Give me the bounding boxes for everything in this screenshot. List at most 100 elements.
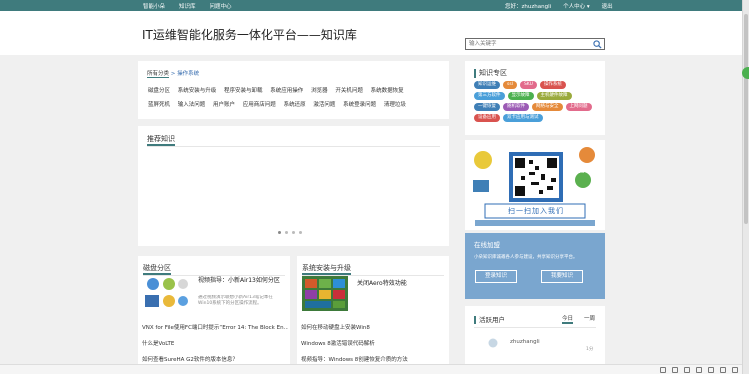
category-item[interactable]: 应用商店问题 — [243, 98, 276, 112]
top-nav: 智能小朵 知识库 问题中心 — [143, 2, 232, 10]
list-item[interactable]: VNX for File使用FC端口时提示“Error 14: The Bloc… — [142, 320, 288, 336]
user-center-label: 个人中心 — [563, 4, 586, 10]
knowledge-tag[interactable]: ssl — [503, 81, 517, 89]
install-heading: 系统安装与升级 — [302, 263, 444, 276]
zone-heading: 知识专区 — [474, 68, 596, 80]
logout-link[interactable]: 退出 — [602, 2, 613, 10]
user-name[interactable]: zhuzhangli — [510, 339, 540, 345]
knowledge-tag[interactable]: 随机软件 — [503, 103, 529, 111]
knowledge-tag[interactable]: 显示故障 — [507, 92, 534, 100]
carousel-dots — [278, 231, 302, 234]
scrollbar-thumb[interactable] — [744, 14, 748, 224]
win8-tiles-thumbnail — [302, 276, 348, 311]
floating-tool-button[interactable] — [742, 67, 749, 79]
recommend-title: 推荐知识 — [147, 135, 175, 146]
qr-badge: 15 — [577, 168, 585, 175]
nav-item-knowledge[interactable]: 知识库 — [179, 2, 196, 10]
windows-apps-thumbnail — [143, 276, 189, 311]
carousel-dot[interactable] — [292, 231, 295, 234]
join-card: 在线加盟 小朵知识库诚邀各人参与建设，共享知识分享平台。 登录知识 我要知识 — [465, 233, 605, 299]
user-area: 您好：zhuzhangli 个人中心 ▾ 退出 — [505, 2, 613, 10]
nav-item-xiaoduo[interactable]: 智能小朵 — [143, 2, 165, 10]
disk-heading: 磁盘分区 — [143, 263, 285, 276]
knowledge-tag[interactable]: 第三方软件 — [474, 92, 505, 100]
knowledge-tag[interactable]: 上网问题 — [565, 103, 592, 111]
disk-partition-card: 磁盘分区 视频指导：小新Air13如何分区 通过视频演示联想小新Air13笔记本… — [138, 256, 290, 364]
qr-caption: 扫一扫加入我们 — [508, 207, 564, 215]
knowledge-tag[interactable]: 操作系统 — [539, 81, 566, 89]
status-icon[interactable] — [732, 367, 738, 373]
tag-cloud: 知识运维 ssl SKU 操作系统第三方软件 显示故障 主机硬件故障一键恢复 随机软件 网络与… — [474, 81, 599, 122]
category-item[interactable]: 系统还原 — [284, 98, 306, 112]
category-item[interactable]: 系统数据恢复 — [371, 84, 404, 98]
knowledge-tag[interactable]: 主机硬件故障 — [536, 92, 572, 100]
category-item[interactable]: 输入法问题 — [178, 98, 206, 112]
user-center-link[interactable]: 个人中心 ▾ — [563, 2, 590, 10]
header — [0, 11, 742, 55]
user-score: 1分 — [586, 347, 594, 352]
category-item[interactable]: 激活问题 — [313, 98, 335, 112]
knowledge-tag[interactable]: 一键恢复 — [474, 103, 500, 111]
chevron-down-icon: ▾ — [586, 4, 590, 10]
tab-week[interactable]: 一周 — [584, 314, 595, 322]
knowledge-tag[interactable]: 设备应用 — [474, 114, 500, 122]
search-icon[interactable] — [593, 40, 602, 49]
status-icon[interactable] — [672, 367, 678, 373]
ask-knowledge-button[interactable]: 我要知识 — [541, 270, 583, 283]
page-scrollbar[interactable] — [742, 0, 749, 374]
category-item[interactable]: 用户账户 — [213, 98, 235, 112]
carousel-dot[interactable] — [285, 231, 288, 234]
knowledge-tag[interactable]: 双卡应用与测试 — [503, 114, 543, 122]
disk-feature[interactable]: 视频指导：小新Air13如何分区 通过视频演示联想小新Air13笔记本在Win1… — [143, 276, 288, 314]
login-knowledge-button[interactable]: 登录知识 — [475, 270, 517, 283]
install-title: 系统安装与升级 — [302, 264, 351, 275]
list-item[interactable]: 什么是VoLTE — [142, 336, 288, 352]
status-icon[interactable] — [708, 367, 714, 373]
disk-feature-desc: 通过视频演示联想小新Air13笔记本在Win10系统下的分区操作流程。 — [198, 295, 273, 306]
category-card: 所有分类 > 操作系统 磁盘分区 系统安装与升级 程序安装与卸载 系统应用操作 … — [138, 61, 449, 119]
category-item[interactable]: 开关机问题 — [335, 84, 363, 98]
tab-today[interactable]: 今日 — [562, 314, 574, 324]
active-title: 活跃用户 — [474, 316, 505, 324]
zone-title: 知识专区 — [474, 69, 507, 78]
knowledge-tag[interactable]: 知识运维 — [474, 81, 500, 89]
active-users-card: 活跃用户 今日 一周 zhuzhangli 1分 — [465, 306, 605, 364]
category-item[interactable]: 浏览器 — [311, 84, 328, 98]
category-item[interactable]: 磁盘分区 — [148, 84, 170, 98]
system-install-card: 系统安装与升级 关闭Aero特效功能 如何在移动硬盘上安装Win8 Window… — [297, 256, 449, 364]
recommend-heading: 推荐知识 — [147, 134, 440, 147]
qr-illustration — [465, 140, 605, 230]
status-icon[interactable] — [696, 367, 702, 373]
breadcrumb-all[interactable]: 所有分类 — [147, 71, 170, 78]
status-icon[interactable] — [720, 367, 726, 373]
recommend-card: 推荐知识 — [138, 126, 449, 246]
install-feature[interactable]: 关闭Aero特效功能 — [302, 276, 447, 314]
knowledge-tag[interactable]: 网络与安全 — [532, 103, 563, 111]
carousel-dot[interactable] — [299, 231, 302, 234]
category-item[interactable]: 系统登录问题 — [343, 98, 376, 112]
install-feature-title[interactable]: 关闭Aero特效功能 — [357, 278, 442, 287]
disk-article-list: VNX for File使用FC端口时提示“Error 14: The Bloc… — [142, 320, 288, 368]
carousel-dot[interactable] — [278, 231, 281, 234]
knowledge-tag[interactable]: SKU — [519, 81, 537, 89]
greeting-text: 您好：zhuzhangli — [505, 4, 552, 10]
category-item[interactable]: 系统安装与升级 — [178, 84, 217, 98]
top-nav-bar: 智能小朵 知识库 问题中心 您好：zhuzhangli 个人中心 ▾ 退出 — [0, 0, 749, 11]
list-item[interactable]: 如何在移动硬盘上安装Win8 — [301, 320, 447, 336]
category-item[interactable]: 系统应用操作 — [270, 84, 303, 98]
nav-item-questions[interactable]: 问题中心 — [210, 2, 232, 10]
knowledge-zone-card: 知识专区 知识运维 ssl SKU 操作系统第三方软件 显示故障 主机硬件故障一键恢复 随机… — [465, 61, 605, 135]
join-title: 在线加盟 — [474, 241, 500, 249]
avatar — [488, 338, 498, 348]
disk-feature-title[interactable]: 视频指导：小新Air13如何分区 — [198, 277, 283, 285]
search-input[interactable] — [466, 39, 586, 49]
active-user-row[interactable]: zhuzhangli 1分 — [474, 338, 596, 354]
category-item[interactable]: 蓝屏死机 — [148, 98, 170, 112]
disk-title: 磁盘分区 — [143, 264, 171, 275]
category-item[interactable]: 程序安装与卸载 — [224, 84, 263, 98]
active-heading: 活跃用户 今日 一周 — [474, 314, 596, 328]
status-icon[interactable] — [684, 367, 690, 373]
list-item[interactable]: Windows 8激活错误代码解析 — [301, 336, 447, 352]
status-icon[interactable] — [660, 367, 666, 373]
category-item[interactable]: 清理垃圾 — [384, 98, 406, 112]
